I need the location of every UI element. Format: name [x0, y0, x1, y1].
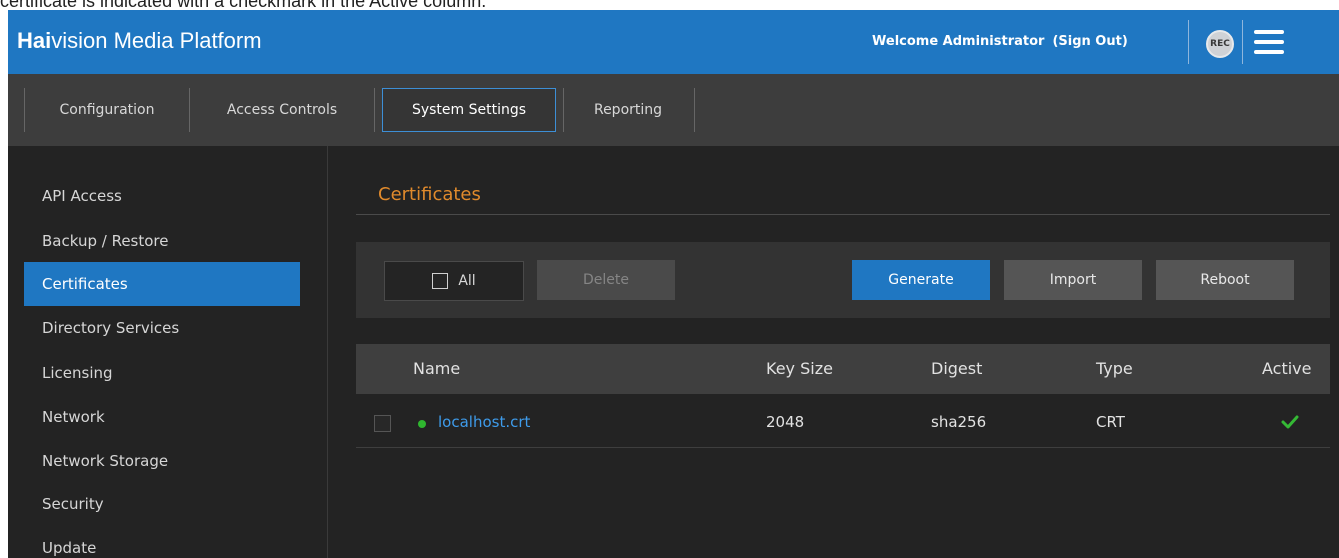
- sidebar-item-network-storage[interactable]: Network Storage: [24, 439, 300, 483]
- sidebar-item-label: Network: [42, 408, 105, 426]
- brand-logo-rest: vision Media Platform: [51, 28, 262, 53]
- sidebar-item-directory-services[interactable]: Directory Services: [24, 306, 300, 350]
- welcome-label: Welcome Administrator: [872, 34, 1045, 49]
- tab-divider: [189, 88, 190, 132]
- title-divider: [356, 214, 1330, 215]
- main-tab-bar: Configuration Access Controls System Set…: [8, 74, 1339, 146]
- checkbox-icon: [432, 273, 449, 289]
- sidebar-item-label: Network Storage: [42, 452, 169, 470]
- generate-button[interactable]: Generate: [852, 260, 990, 300]
- tab-access-controls[interactable]: Access Controls: [196, 88, 368, 132]
- certificate-name-link[interactable]: localhost.crt: [438, 413, 530, 431]
- record-button[interactable]: REC: [1206, 30, 1234, 58]
- brand-logo-bold: Hai: [17, 28, 52, 53]
- reboot-label: Reboot: [1200, 272, 1250, 288]
- sidebar-item-label: API Access: [42, 187, 122, 205]
- sidebar-item-label: Certificates: [42, 275, 128, 293]
- sidebar-item-licensing[interactable]: Licensing: [24, 351, 300, 395]
- column-header-digest[interactable]: Digest: [931, 359, 982, 378]
- sidebar-item-update[interactable]: Update: [24, 526, 300, 558]
- status-dot-icon: [418, 420, 426, 428]
- key-size-cell: 2048: [766, 413, 805, 431]
- row-checkbox[interactable]: [374, 415, 391, 432]
- tab-configuration[interactable]: Configuration: [32, 88, 182, 132]
- column-header-active[interactable]: Active: [1262, 359, 1312, 378]
- table-header: Name Key Size Digest Type Active: [356, 344, 1330, 394]
- select-all-checkbox[interactable]: All: [384, 261, 524, 301]
- top-header: Haivision Media Platform Welcome Adminis…: [8, 10, 1339, 74]
- hamburger-menu-icon[interactable]: [1254, 30, 1284, 54]
- sidebar-item-label: Update: [42, 539, 97, 557]
- tab-label: Access Controls: [226, 102, 338, 118]
- settings-sidebar: API Access Backup / Restore Certificates…: [8, 146, 328, 558]
- delete-label: Delete: [583, 272, 629, 288]
- column-header-type[interactable]: Type: [1096, 359, 1133, 378]
- checkmark-icon: [1281, 415, 1299, 429]
- header-divider: [1242, 20, 1243, 64]
- reboot-button[interactable]: Reboot: [1156, 260, 1294, 300]
- tab-reporting[interactable]: Reporting: [570, 88, 686, 132]
- sidebar-item-label: Directory Services: [42, 319, 180, 337]
- table-row[interactable]: localhost.crt 2048 sha256 CRT: [356, 398, 1330, 448]
- column-header-name[interactable]: Name: [413, 359, 460, 378]
- content-area: API Access Backup / Restore Certificates…: [8, 146, 1339, 558]
- welcome-text: Welcome Administrator (Sign Out): [872, 34, 1128, 49]
- sidebar-item-api-access[interactable]: API Access: [24, 174, 300, 218]
- page-title: Certificates: [378, 184, 481, 205]
- tab-divider: [563, 88, 564, 132]
- sidebar-item-network[interactable]: Network: [24, 395, 300, 439]
- rec-label: REC: [1210, 39, 1230, 49]
- delete-button[interactable]: Delete: [537, 260, 675, 300]
- digest-cell: sha256: [931, 413, 987, 431]
- tab-divider: [374, 88, 375, 132]
- import-label: Import: [1049, 272, 1097, 288]
- brand-logo: Haivision Media Platform: [17, 28, 262, 54]
- sidebar-item-label: Backup / Restore: [42, 232, 169, 250]
- tab-label: System Settings: [411, 102, 527, 118]
- sidebar-item-backup-restore[interactable]: Backup / Restore: [24, 219, 300, 263]
- select-all-label: All: [458, 273, 476, 289]
- certificate-toolbar: All Delete Generate Import Reboot: [356, 242, 1330, 318]
- sidebar-item-security[interactable]: Security: [24, 482, 300, 526]
- type-cell: CRT: [1096, 413, 1125, 431]
- tab-label: Reporting: [593, 102, 663, 118]
- tab-system-settings[interactable]: System Settings: [382, 88, 556, 132]
- tab-label: Configuration: [59, 102, 155, 118]
- column-header-key-size[interactable]: Key Size: [766, 359, 833, 378]
- generate-label: Generate: [888, 272, 954, 288]
- sign-out-link[interactable]: (Sign Out): [1052, 34, 1127, 49]
- import-button[interactable]: Import: [1004, 260, 1142, 300]
- sidebar-item-certificates[interactable]: Certificates: [24, 262, 300, 306]
- sidebar-item-label: Licensing: [42, 364, 113, 382]
- tab-divider: [694, 88, 695, 132]
- tab-divider: [24, 88, 25, 132]
- header-divider: [1188, 20, 1189, 64]
- sidebar-item-label: Security: [42, 495, 104, 513]
